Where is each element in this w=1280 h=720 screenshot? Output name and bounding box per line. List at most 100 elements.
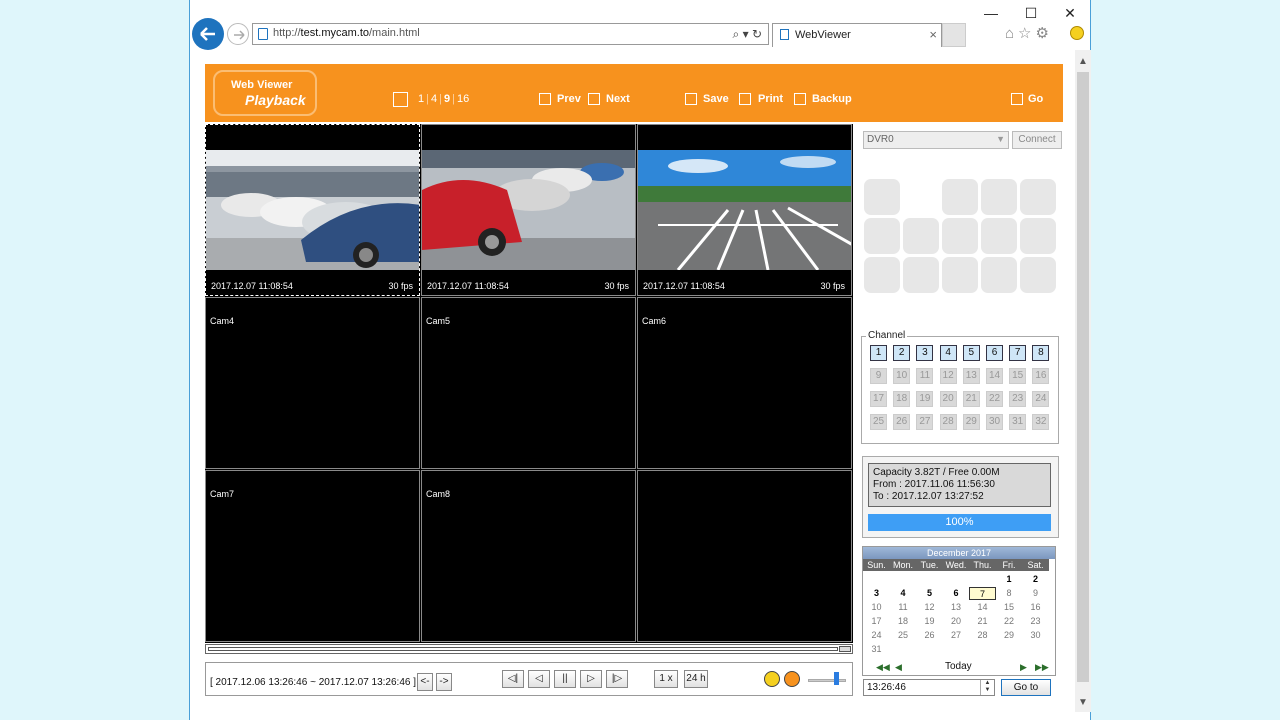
channel-button-12[interactable]: 12 (939, 368, 957, 384)
channel-button-2[interactable]: 2 (893, 345, 911, 361)
ptz-button[interactable] (1020, 218, 1056, 254)
camera-cell-6[interactable]: Cam6 (637, 297, 852, 469)
channel-button-16[interactable]: 16 (1032, 368, 1050, 384)
calendar-day[interactable]: 11 (890, 601, 917, 614)
camera-cell-3[interactable]: 2017.12.07 11:08:54 30 fps (637, 124, 852, 296)
prev-year-button[interactable]: ◀◀ (876, 662, 890, 673)
forward-button[interactable] (227, 23, 249, 45)
pause-button[interactable]: || (554, 670, 576, 688)
mute-icon[interactable] (784, 671, 800, 687)
maximize-button[interactable]: ☐ (1024, 6, 1038, 20)
prev-button[interactable]: Prev (557, 93, 581, 105)
channel-button-30[interactable]: 30 (986, 414, 1003, 430)
channel-button-25[interactable]: 25 (870, 414, 887, 430)
ptz-button[interactable] (942, 179, 978, 215)
channel-button-28[interactable]: 28 (939, 414, 957, 430)
go-icon[interactable] (1011, 93, 1023, 105)
print-button[interactable]: Print (758, 93, 783, 105)
channel-button-20[interactable]: 20 (939, 391, 957, 407)
calendar-day[interactable]: 9 (1022, 587, 1049, 600)
calendar-day[interactable]: 18 (890, 615, 917, 628)
tab-webviewer[interactable]: WebViewer × (772, 23, 942, 47)
channel-button-7[interactable]: 7 (1009, 345, 1027, 361)
calendar-day[interactable]: 2 (1022, 573, 1049, 586)
ptz-button[interactable] (1020, 257, 1056, 293)
calendar-day[interactable]: 6 (943, 587, 970, 600)
channel-button-32[interactable]: 32 (1032, 414, 1050, 430)
channel-button-27[interactable]: 27 (916, 414, 934, 430)
camera-cell-9[interactable] (637, 470, 852, 642)
ptz-button[interactable] (981, 218, 1017, 254)
time-input[interactable]: 13:26:46 (863, 679, 995, 696)
scroll-up-icon[interactable]: ▲ (1078, 56, 1088, 67)
channel-button-24[interactable]: 24 (1032, 391, 1050, 407)
spin-down-icon[interactable]: ▼ (981, 687, 994, 694)
feedback-smiley-icon[interactable] (1070, 26, 1084, 40)
save-icon[interactable] (685, 93, 697, 105)
today-button[interactable]: Today (945, 661, 972, 672)
timeline-slider[interactable] (205, 644, 853, 654)
calendar-day[interactable]: 28 (969, 629, 996, 642)
step-back-button[interactable]: <- (417, 673, 433, 691)
ptz-button[interactable] (942, 218, 978, 254)
vertical-scrollbar[interactable]: ▲ ▼ (1075, 50, 1091, 712)
ptz-button[interactable] (981, 179, 1017, 215)
calendar-day[interactable]: 20 (943, 615, 970, 628)
time-spinner[interactable]: ▲ ▼ (980, 680, 994, 695)
calendar-day[interactable]: 27 (943, 629, 970, 642)
next-year-button[interactable]: ▶▶ (1035, 662, 1049, 673)
split-16-button[interactable]: 16 (457, 93, 469, 105)
camera-cell-1[interactable]: 2017.12.07 11:08:54 30 fps (205, 124, 420, 296)
prev-month-button[interactable]: ◀ (895, 662, 902, 673)
ptz-button[interactable] (864, 218, 900, 254)
channel-button-13[interactable]: 13 (962, 368, 980, 384)
ptz-button[interactable] (864, 257, 900, 293)
new-tab-button[interactable] (942, 23, 966, 47)
scroll-thumb[interactable] (1077, 72, 1089, 682)
calendar-day[interactable]: 13 (943, 601, 970, 614)
channel-button-14[interactable]: 14 (986, 368, 1003, 384)
ptz-button[interactable] (942, 257, 978, 293)
channel-button-31[interactable]: 31 (1009, 414, 1027, 430)
ptz-button[interactable] (981, 257, 1017, 293)
channel-button-6[interactable]: 6 (986, 345, 1003, 361)
ptz-button[interactable] (1020, 179, 1056, 215)
go-button[interactable]: Go (1028, 93, 1043, 105)
to-end-button[interactable]: |▷ (606, 670, 628, 688)
prev-icon[interactable] (539, 93, 551, 105)
channel-button-10[interactable]: 10 (893, 368, 911, 384)
calendar-day[interactable]: 10 (863, 601, 890, 614)
calendar-day[interactable]: 24 (863, 629, 890, 642)
rewind-button[interactable]: ◁ (528, 670, 550, 688)
calendar-day[interactable]: 23 (1022, 615, 1049, 628)
scroll-down-icon[interactable]: ▼ (1078, 697, 1088, 708)
channel-button-11[interactable]: 11 (916, 368, 934, 384)
calendar-day[interactable]: 16 (1022, 601, 1049, 614)
step-forward-button[interactable]: -> (436, 673, 452, 691)
calendar-day[interactable]: 3 (863, 587, 890, 600)
calendar-day[interactable]: 31 (863, 643, 890, 656)
calendar-day[interactable]: 25 (890, 629, 917, 642)
url-text[interactable]: http://test.mycam.to/main.html (273, 27, 420, 39)
print-icon[interactable] (739, 93, 751, 105)
calendar-day[interactable]: 19 (916, 615, 943, 628)
channel-button-3[interactable]: 3 (916, 345, 934, 361)
ptz-button[interactable] (903, 257, 939, 293)
channel-button-29[interactable]: 29 (962, 414, 980, 430)
channel-button-9[interactable]: 9 (870, 368, 887, 384)
close-window-button[interactable]: ✕ (1063, 6, 1077, 20)
channel-button-21[interactable]: 21 (962, 391, 980, 407)
channel-button-26[interactable]: 26 (893, 414, 911, 430)
next-icon[interactable] (588, 93, 600, 105)
split-1-button[interactable]: 1 (418, 93, 424, 105)
play-button[interactable]: ▷ (580, 670, 602, 688)
calendar-day[interactable]: 21 (969, 615, 996, 628)
split-9-button[interactable]: 9 (444, 93, 450, 105)
tab-close-icon[interactable]: × (929, 27, 937, 42)
calendar-day[interactable]: 22 (996, 615, 1023, 628)
camera-cell-8[interactable]: Cam8 (421, 470, 636, 642)
calendar-day[interactable]: 14 (969, 601, 996, 614)
span-button[interactable]: 24 h (684, 670, 708, 688)
calendar-day[interactable]: 12 (916, 601, 943, 614)
connect-button[interactable]: Connect (1012, 131, 1062, 149)
